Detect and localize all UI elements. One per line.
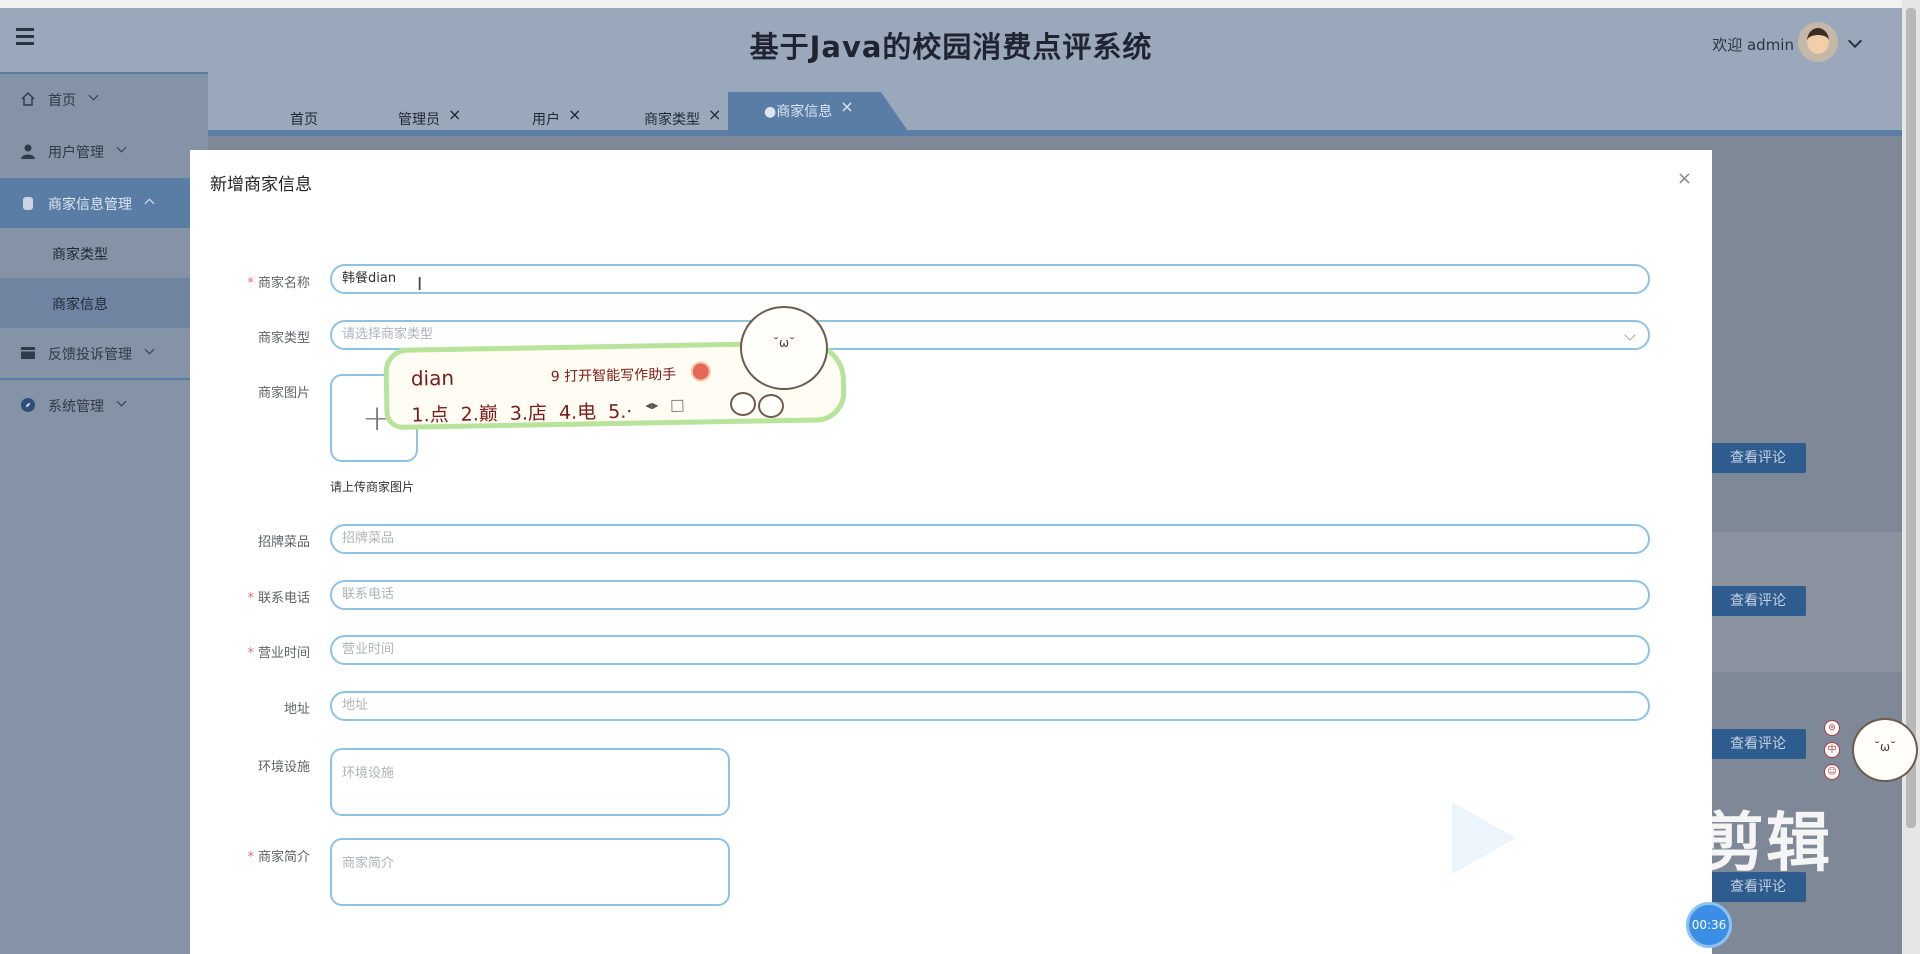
merchant-icon <box>23 197 33 210</box>
scrollbar-thumb[interactable] <box>1906 8 1916 828</box>
avatar[interactable] <box>1798 22 1838 62</box>
phone-input[interactable]: 联系电话 <box>330 580 1650 610</box>
sidebar-item-system[interactable]: 系统管理 <box>0 380 208 430</box>
ime-toolbar[interactable]: ⊜ 中 ☺ <box>1824 720 1842 786</box>
chevron-up-icon <box>144 198 155 209</box>
sidebar-item-merchant-management[interactable]: 商家信息管理 <box>0 178 208 228</box>
sidebar: 首页 用户管理 商家信息管理 商家类型 商家信息 反馈投诉管理 系统管理 <box>0 72 208 954</box>
chevron-down-icon <box>116 396 127 407</box>
sidebar-subitem-label: 商家类型 <box>52 247 108 263</box>
signature-dish-input[interactable]: 招牌菜品 <box>330 524 1650 554</box>
page-arrows-icon[interactable]: ◂▸ <box>645 398 658 413</box>
sidebar-item-label: 反馈投诉管理 <box>48 347 132 363</box>
ime-skin-icon[interactable]: ☺ <box>1824 764 1840 780</box>
sidebar-item-label: 商家信息管理 <box>48 197 132 213</box>
mascot-icon: ˘ω˘ <box>740 306 828 390</box>
intro-textarea[interactable]: 商家简介 <box>330 838 730 906</box>
mascot-icon: ˘ω˘ <box>1852 718 1918 782</box>
tab-bar: 首页 管理员 × 用户 × 商家类型 × ●商家信息 × <box>208 72 1902 136</box>
sidebar-item-label: 系统管理 <box>48 399 104 415</box>
welcome-text: 欢迎 admin <box>1712 36 1794 54</box>
close-icon[interactable]: × <box>1677 168 1692 189</box>
user-icon <box>21 144 35 159</box>
text-cursor-icon: I <box>417 274 423 295</box>
chevron-down-icon <box>88 90 99 101</box>
mascot-face: ˘ω˘ <box>772 336 796 350</box>
field-label: 商家类型 <box>257 331 310 346</box>
compass-icon <box>21 398 35 412</box>
close-icon[interactable]: × <box>448 105 461 124</box>
field-label: 商家图片 <box>257 386 310 401</box>
ime-assistant-link[interactable]: 9 打开智能写作助手 <box>551 364 677 386</box>
sidebar-item-label: 用户管理 <box>48 145 104 161</box>
watermark-text: 剪辑 <box>1700 807 1832 881</box>
expand-icon[interactable] <box>671 399 684 413</box>
tab-label: ●商家信息 <box>764 104 833 120</box>
top-header: 基于Java的校园消费点评系统 欢迎 admin <box>0 8 1902 72</box>
field-label: 招牌菜品 <box>257 535 310 550</box>
view-comments-button[interactable]: 查看评论 <box>1710 443 1806 473</box>
sidebar-subitem-label: 商家信息 <box>52 297 108 313</box>
view-comments-button[interactable]: 查看评论 <box>1710 729 1806 759</box>
mascot-face: ˘ω˘ <box>1873 740 1897 754</box>
home-icon <box>21 92 35 106</box>
ime-toolbar-icon[interactable]: ⊜ <box>1824 720 1840 736</box>
close-icon[interactable]: × <box>840 97 853 116</box>
app-title: 基于Java的校园消费点评系统 <box>749 30 1153 64</box>
field-label: 环境设施 <box>257 760 310 775</box>
view-comments-button[interactable]: 查看评论 <box>1710 586 1806 616</box>
chevron-down-icon <box>144 344 155 355</box>
sidebar-item-feedback[interactable]: 反馈投诉管理 <box>0 328 208 378</box>
field-label: * 商家简介 <box>247 850 310 865</box>
assistant-icon <box>690 361 711 382</box>
watermark-logo-icon <box>1452 802 1516 874</box>
merchant-name-input[interactable]: 韩餐dian <box>330 264 1650 294</box>
tab-merchant-info[interactable]: ●商家信息 × <box>728 92 910 134</box>
address-input[interactable]: 地址 <box>330 691 1650 721</box>
recording-timer[interactable]: 00:36 <box>1686 902 1732 948</box>
field-label: * 商家名称 <box>247 276 310 291</box>
chevron-down-icon <box>116 142 127 153</box>
sidebar-item-label: 首页 <box>48 93 76 109</box>
ime-composition: dian <box>410 365 455 391</box>
field-label: 地址 <box>283 702 310 717</box>
mascot-small-icon <box>730 392 756 416</box>
sidebar-subitem-merchant-type[interactable]: 商家类型 <box>0 228 208 278</box>
facilities-textarea[interactable]: 环境设施 <box>330 748 730 816</box>
ime-candidates[interactable]: 1.点 2.巅 3.店 4.电 5.· <box>411 397 632 428</box>
select-placeholder: 请选择商家类型 <box>342 327 434 342</box>
sidebar-item-home[interactable]: 首页 <box>0 74 208 124</box>
sidebar-subitem-merchant-info[interactable]: 商家信息 <box>0 278 208 328</box>
upload-hint: 请上传商家图片 <box>330 480 415 494</box>
sidebar-item-users[interactable]: 用户管理 <box>0 126 208 176</box>
page-scrollbar[interactable] <box>1902 0 1920 954</box>
dialog-title: 新增商家信息 <box>210 175 312 195</box>
field-label: * 营业时间 <box>247 646 310 661</box>
feedback-icon <box>21 347 35 359</box>
ime-language-icon[interactable]: 中 <box>1824 742 1840 758</box>
business-hours-input[interactable]: 营业时间 <box>330 635 1650 665</box>
close-icon[interactable]: × <box>568 105 581 124</box>
mascot-small-icon <box>758 394 784 418</box>
chevron-down-icon <box>1624 329 1636 341</box>
close-icon[interactable]: × <box>708 105 721 124</box>
field-label: * 联系电话 <box>247 591 310 606</box>
